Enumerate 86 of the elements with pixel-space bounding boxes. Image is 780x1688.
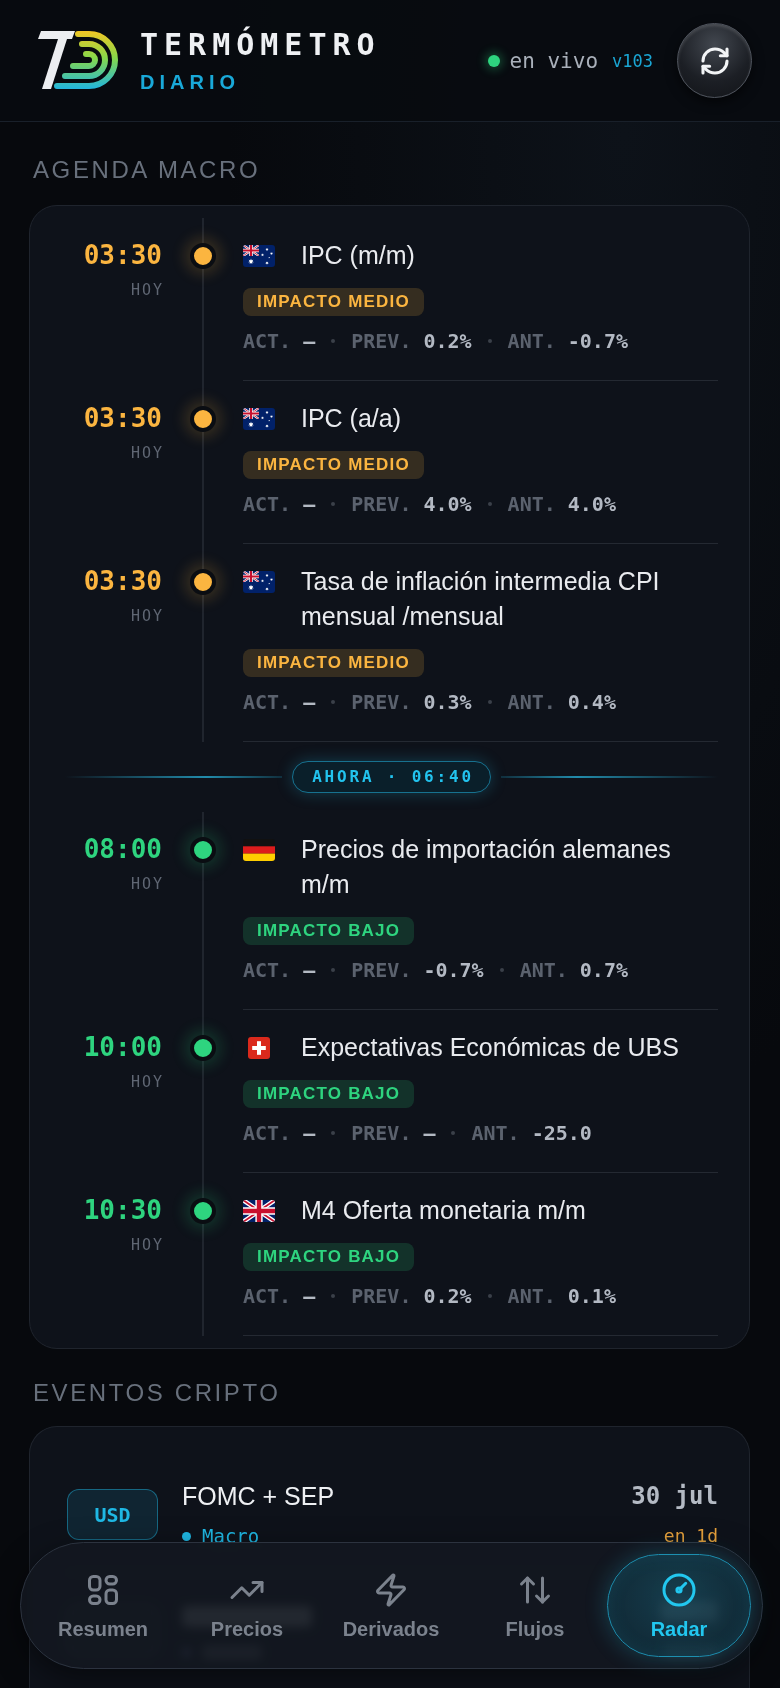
stat-label: PREV. [351,1284,412,1308]
stat-value: — [423,1121,436,1145]
stat-label: ACT. [243,1121,292,1145]
stat-value: -25.0 [531,1121,592,1145]
stat-value: 0.1% [567,1284,616,1308]
event-title: Expectativas Económicas de UBS [301,1032,679,1063]
live-status-label: en vivo [509,47,599,74]
relative-time: en 1d [663,1524,718,1548]
version-label: v103 [612,49,653,72]
refresh-icon [698,44,731,77]
australian-flag-icon [243,570,275,593]
nav-tab[interactable]: Resumen [31,1554,175,1657]
stat-value: 0.4% [567,690,616,714]
stat-value: — [303,329,316,353]
event-title: Precios de importación alemanes m/m [301,834,672,900]
stat-label: PREV. [351,329,412,353]
event-day: HOY [130,280,164,300]
stat-label: ACT. [243,958,292,982]
event-day: HOY [130,443,164,463]
event-time: 03:30 [83,239,162,272]
impact-badge: IMPACTO BAJO [243,1080,415,1108]
stat-label: ACT. [243,1284,292,1308]
event-day: HOY [130,1235,164,1255]
stat-label: ANT. [507,492,556,516]
gauge-icon [661,1572,697,1608]
stat-label: ACT. [243,690,292,714]
nav-tab[interactable]: Radar [607,1554,751,1657]
stat-label: ANT. [507,690,556,714]
event-title: IPC (m/m) [301,240,415,271]
stat-value: 0.3% [423,690,472,714]
stat-value: 0.2% [423,1284,472,1308]
event-day: HOY [130,606,164,626]
stat-value: — [303,492,316,516]
stat-value: 0.7% [579,958,628,982]
section-title: AGENDA MACRO [33,156,261,184]
stat-label: PREV. [351,492,412,516]
event-date: 30 jul [631,1481,718,1511]
impact-badge: IMPACTO BAJO [243,1243,415,1271]
stat-value: -0.7% [567,329,628,353]
stat-value: 4.0% [567,492,616,516]
stat-label: PREV. [351,958,412,982]
event-time: 10:00 [83,1031,162,1064]
section-title: EVENTOS CRIPTO [33,1379,281,1407]
australian-flag-icon [243,244,275,267]
app-title: TERMÓMETRO [140,27,381,62]
event-title: Tasa de inflación intermedia CPI mensual /mensual [301,566,661,632]
stat-value: — [303,1284,316,1308]
impact-badge: IMPACTO BAJO [243,917,415,945]
now-marker: AHORA · 06:40 [292,761,491,793]
dashboard-grid-icon [85,1572,121,1608]
event-time: 03:30 [83,565,162,598]
stat-label: ANT. [507,1284,556,1308]
event-day: HOY [130,1072,164,1092]
impact-badge: IMPACTO MEDIO [243,451,424,479]
ticker-badge: USD [67,1489,158,1540]
stat-label: PREV. [351,1121,412,1145]
stat-value: 4.0% [423,492,472,516]
event-time: 08:00 [83,833,162,866]
stat-label: PREV. [351,690,412,714]
german-flag-icon [243,838,275,861]
event-title: FOMC + SEP [182,1481,335,1511]
event-day: HOY [130,874,164,894]
event-title: M4 Oferta monetaria m/m [301,1195,586,1226]
british-flag-icon [243,1199,275,1222]
stat-value: — [303,690,316,714]
stat-value: -0.7% [423,958,484,982]
impact-badge: IMPACTO MEDIO [243,649,424,677]
stat-label: ANT. [507,329,556,353]
stat-value: — [303,1121,316,1145]
australian-flag-icon [243,407,275,430]
nav-tab[interactable]: Precios [175,1554,319,1657]
event-time: 03:30 [83,402,162,435]
stat-label: ACT. [243,492,292,516]
app-subtitle: DIARIO [140,69,240,94]
nav-tab[interactable]: Derivados [319,1554,463,1657]
stat-value: 0.2% [423,329,472,353]
stat-label: ACT. [243,329,292,353]
nav-tab[interactable]: Flujos [463,1554,607,1657]
event-title: IPC (a/a) [301,403,402,434]
event-time: 10:30 [83,1194,162,1227]
stat-label: ANT. [519,958,568,982]
swiss-flag-icon [248,1036,270,1059]
impact-badge: IMPACTO MEDIO [243,288,424,316]
lightning-bolt-icon [373,1572,409,1608]
stat-value: — [303,958,316,982]
stat-label: ANT. [471,1121,520,1145]
